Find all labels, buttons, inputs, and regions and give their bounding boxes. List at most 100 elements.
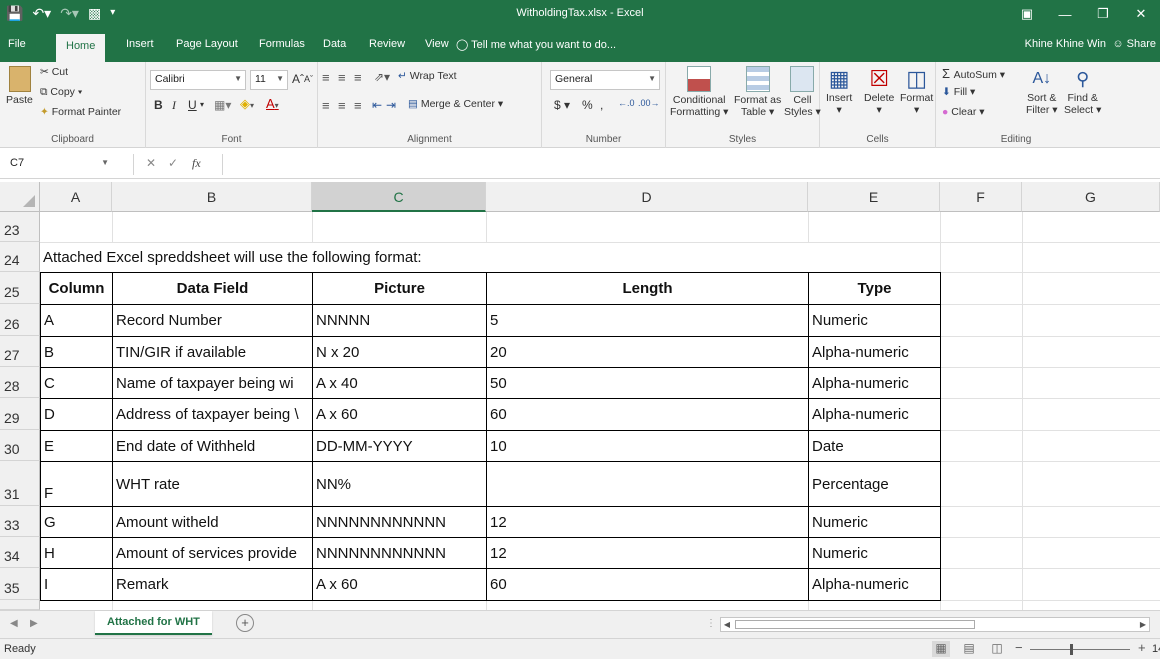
table-cell[interactable]: C [41,368,112,398]
header-type[interactable]: Type [809,273,940,304]
delete-cells-button[interactable]: ☒ Delete ▾ [864,66,894,116]
row-header-26[interactable]: 26 [0,304,40,336]
top-align-icon[interactable]: ≡ [322,70,330,85]
page-layout-view-icon[interactable]: ▤ [960,641,978,657]
spreadsheet-grid[interactable]: A B C D E F G 23 24 25 26 27 28 29 30 31… [0,182,1160,610]
decrease-decimal-icon[interactable]: .00→ [638,98,660,108]
scroll-thumb[interactable] [735,620,975,629]
zoom-in-icon[interactable]: + [1138,640,1146,655]
zoom-slider-thumb[interactable] [1070,644,1073,655]
autosum-button[interactable]: Σ AutoSum ▾ [942,66,1005,81]
align-left-icon[interactable]: ≡ [322,98,330,113]
table-cell[interactable]: NNNNN [313,305,486,336]
table-cell[interactable]: I [41,569,112,600]
minimize-button[interactable]: — [1046,0,1084,28]
tab-file[interactable]: File [8,38,26,50]
table-cell[interactable]: WHT rate [113,462,312,506]
fill-button[interactable]: ⬇ Fill ▾ [942,86,975,98]
select-all-button[interactable] [0,182,40,212]
fill-color-icon[interactable]: ◈▾ [240,96,254,112]
add-sheet-icon[interactable]: + [236,614,254,632]
table-cell[interactable]: Record Number [113,305,312,336]
table-cell[interactable]: E [41,431,112,461]
borders-icon[interactable]: ▦▾ [214,98,231,112]
number-format-select[interactable]: General ▼ [550,70,660,90]
column-header-c[interactable]: C [312,182,486,212]
tab-formulas[interactable]: Formulas [259,38,305,50]
column-header-f[interactable]: F [940,182,1022,212]
format-painter-button[interactable]: ✦ Format Painter [40,106,121,118]
scroll-left-icon[interactable]: ◀ [721,618,733,631]
table-cell[interactable]: D [41,399,112,430]
table-cell[interactable] [487,462,808,506]
table-cell[interactable]: A x 40 [313,368,486,398]
table-cell[interactable]: 12 [487,538,808,568]
decrease-indent-icon[interactable]: ⇤ [372,98,382,112]
enter-icon[interactable]: ✓ [168,156,178,170]
font-size-select[interactable]: 11 ▼ [250,70,288,90]
split-handle-icon[interactable]: ⋮ [706,618,716,629]
insert-function-icon[interactable]: fx [192,156,201,171]
row-header-31[interactable]: 31 [0,461,40,506]
grow-font-icon[interactable]: Aˆ [292,72,304,86]
user-name[interactable]: Khine Khine Win [1025,38,1106,50]
table-cell[interactable]: Alpha-numeric [809,399,940,430]
cut-button[interactable]: ✂ Cut [40,66,68,78]
header-column[interactable]: Column [41,273,112,304]
conditional-formatting-button[interactable]: Conditional Formatting ▾ [670,66,728,118]
close-button[interactable]: ✕ [1122,0,1160,28]
tab-data[interactable]: Data [323,38,346,50]
table-cell[interactable]: End date of Withheld [113,431,312,461]
header-length[interactable]: Length [487,273,808,304]
cell-styles-button[interactable]: Cell Styles ▾ [784,66,821,118]
table-cell[interactable]: Alpha-numeric [809,368,940,398]
table-cell[interactable]: 12 [487,507,808,537]
row-header-35[interactable]: 35 [0,568,40,600]
page-break-view-icon[interactable]: ◫ [988,641,1006,657]
row-header-23[interactable]: 23 [0,212,40,242]
row-header-33[interactable]: 33 [0,506,40,537]
table-cell[interactable]: A [41,305,112,336]
table-cell[interactable]: Percentage [809,462,940,506]
zoom-out-icon[interactable]: − [1015,640,1023,655]
bottom-align-icon[interactable]: ≡ [354,70,362,85]
table-cell[interactable]: Address of taxpayer being \ [113,399,312,430]
share-button[interactable]: ☺ Share [1112,38,1156,50]
table-cell[interactable]: Name of taxpayer being wi [113,368,312,398]
format-as-table-button[interactable]: Format as Table ▾ [734,66,781,118]
row-header-28[interactable]: 28 [0,367,40,398]
table-cell[interactable]: Numeric [809,305,940,336]
name-box[interactable]: C7 ▼ [4,154,134,175]
underline-dropdown-icon[interactable]: ▾ [200,100,204,109]
shrink-font-icon[interactable]: Aˇ [304,74,313,84]
table-cell[interactable]: Remark [113,569,312,600]
table-cell[interactable]: F [41,462,112,506]
ribbon-display-options-icon[interactable]: ▣ [1008,0,1046,28]
tab-view[interactable]: View [425,38,449,50]
table-cell[interactable]: N x 20 [313,337,486,367]
tab-insert[interactable]: Insert [126,38,154,50]
table-cell[interactable]: Alpha-numeric [809,569,940,600]
row-header-27[interactable]: 27 [0,336,40,367]
column-header-d[interactable]: D [486,182,808,212]
table-cell[interactable]: 50 [487,368,808,398]
zoom-level[interactable]: 140 [1152,643,1160,655]
row-header-29[interactable]: 29 [0,398,40,430]
increase-decimal-icon[interactable]: ←.0 [618,98,635,108]
horizontal-scrollbar[interactable]: ◀ ▶ [720,617,1150,632]
table-cell[interactable]: 10 [487,431,808,461]
prev-sheet-icon[interactable]: ◀ [10,618,18,629]
tell-me-search[interactable]: ◯ Tell me what you want to do... [456,38,616,51]
align-center-icon[interactable]: ≡ [338,98,346,113]
bold-button[interactable]: B [154,98,163,112]
normal-view-icon[interactable]: ▦ [932,641,950,657]
paste-button[interactable]: Paste [6,66,33,106]
merge-center-button[interactable]: ▤ Merge & Center ▾ [408,98,503,110]
orientation-icon[interactable]: ⇗▾ [374,70,390,84]
column-header-a[interactable]: A [40,182,112,212]
zoom-slider[interactable] [1030,649,1130,650]
insert-cells-button[interactable]: ▦ Insert ▾ [826,66,852,116]
font-color-icon[interactable]: A▾ [266,96,279,111]
italic-button[interactable]: I [172,98,176,113]
cancel-icon[interactable]: ✕ [146,156,156,170]
